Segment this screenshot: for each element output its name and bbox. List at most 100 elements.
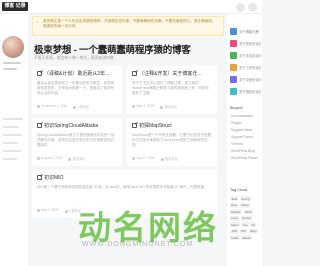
watermark-url: WWW.DONGMINGNET.COM xyxy=(82,241,194,248)
blogroll-link[interactable]: Plugins xyxy=(231,121,242,125)
calendar-icon xyxy=(37,208,40,212)
nav-item-home[interactable] xyxy=(3,118,23,120)
edit-icon xyxy=(132,71,137,76)
post-card[interactable]: 初识SpringCloudAlibaba SpringCloudAlibaba … xyxy=(32,118,122,166)
edit-icon xyxy=(37,175,42,180)
nav-item-links[interactable] xyxy=(3,150,21,152)
tag[interactable]: Vue xyxy=(241,222,249,227)
post-comments[interactable]: 1 条评论 xyxy=(73,104,89,109)
post-card[interactable]: （注释&开发）关于博客迁... 终于又下定决心进行了博客迁移，把之前的WordP… xyxy=(127,66,217,114)
tag[interactable]: Redis xyxy=(243,209,254,214)
tag[interactable]: Java xyxy=(230,196,239,201)
bell-icon: ♪ xyxy=(36,19,39,25)
comment-icon xyxy=(160,157,164,161)
recent-post-item[interactable]: 关于同步的设计 xyxy=(230,40,261,47)
recent-post-item[interactable]: 关于相机的设计 xyxy=(230,88,261,95)
post-title[interactable]: 初识SpringCloudAlibaba xyxy=(44,122,98,129)
post-card[interactable]: （译稿&计划）敢近距从2年... 最近从朋友那拿到了一份敢近的年中报告，我觉得挺… xyxy=(32,66,122,114)
recent-post-item[interactable]: 关于中秋的设计 xyxy=(230,76,261,83)
tag[interactable]: Maven xyxy=(241,235,253,240)
tag-cloud: Java Spring Boot Cloud MySQL Redis Linux… xyxy=(230,196,260,240)
user-icon[interactable] xyxy=(248,3,257,12)
post-comments-text: 暂无评论 xyxy=(72,157,86,161)
blogroll-link[interactable]: WordPress Blog xyxy=(231,149,255,153)
recent-post-title: 关于中秋的设计 xyxy=(239,78,261,82)
edit-icon xyxy=(37,123,42,128)
post-title[interactable]: （译稿&计划）敢近距从2年... xyxy=(44,70,109,77)
blogroll-link[interactable]: Suggest Ideas xyxy=(231,128,252,132)
comment-icon xyxy=(73,105,77,109)
post-title[interactable]: （注释&开发）关于博客迁... xyxy=(139,70,202,77)
blogroll-heading: Blogroll xyxy=(230,106,243,110)
recent-post-item[interactable]: 关于手机的设计 xyxy=(230,52,261,59)
post-thumbnail xyxy=(230,28,237,35)
tag[interactable]: JVM xyxy=(230,228,239,234)
post-date-text: June 1, 2020 xyxy=(136,104,155,108)
post-date: June 1, 2020 xyxy=(132,104,154,109)
blogroll-link[interactable]: Support Forum xyxy=(231,135,253,139)
calendar-icon xyxy=(37,156,40,160)
recent-post-title: 关于工作的设计 xyxy=(239,66,261,70)
post-date-text: May 1, 2020 xyxy=(41,208,59,212)
top-bar: 博客 记录 xyxy=(0,0,262,14)
post-date-text: December 1, 2020 xyxy=(41,104,68,108)
post-card[interactable]: 初探MapStruct MapStruct是一个代码生成器，它基于约定优于配置的… xyxy=(127,118,217,166)
tag[interactable]: Kafka xyxy=(230,235,240,240)
tag[interactable]: Cloud xyxy=(239,202,250,208)
search-icon[interactable] xyxy=(236,3,245,12)
post-thumbnail xyxy=(230,40,237,47)
tag[interactable]: Netty xyxy=(248,228,258,234)
calendar-icon xyxy=(132,104,135,108)
tag-cloud-heading: Tag Cloud xyxy=(230,188,248,192)
tag[interactable]: NIO xyxy=(239,228,248,234)
post-excerpt: SpringCloudAlibaba 致力于提供微服务开发的一站式解决方案，此项… xyxy=(37,133,115,147)
tag[interactable]: Boot xyxy=(230,202,239,208)
post-comments-text: 暂无评论 xyxy=(164,105,178,109)
recent-post-item[interactable]: 关于工作的设计 xyxy=(230,64,261,71)
notice-text: 首先博主是一个人形自走背锅侠物种，不用理会任何事，不要侮辱他任何事，不要伤害他的… xyxy=(43,19,216,28)
post-thumbnail xyxy=(230,88,237,95)
post-date-text: July 21, 2020 xyxy=(136,156,155,160)
nav-item-about[interactable] xyxy=(3,142,18,144)
calendar-icon xyxy=(37,104,40,108)
post-thumbnail xyxy=(230,76,237,83)
nav-item-archive[interactable] xyxy=(3,126,19,128)
post-comments[interactable]: 暂无评论 xyxy=(160,104,177,109)
recent-post-title: 关于手机的设计 xyxy=(239,54,261,58)
post-excerpt: MIO是一个基于网络库实现的高性能 IO 库，在Java中，使用Java NIO… xyxy=(37,185,208,189)
author-desc-line xyxy=(3,68,17,70)
tag[interactable]: Nginx xyxy=(230,222,240,227)
tag[interactable]: Git xyxy=(250,222,257,227)
tag[interactable]: Docker xyxy=(240,215,253,221)
recent-post-item[interactable]: 关于博客迁移 xyxy=(230,28,261,35)
right-sidebar: 关于博客迁移 关于同步的设计 关于手机的设计 关于工作的设计 关于中秋的设计 关… xyxy=(227,14,262,266)
post-comments-text: 暂无评论 xyxy=(164,157,178,161)
blogroll-link[interactable]: Themes xyxy=(231,142,243,146)
tag[interactable]: Linux xyxy=(230,215,240,221)
tag[interactable]: MySQL xyxy=(230,209,243,214)
calendar-icon xyxy=(132,156,135,160)
post-date: August 4, 2020 xyxy=(37,156,62,161)
blogroll-link[interactable]: WordPress Planet xyxy=(231,156,258,160)
nav-item-category[interactable] xyxy=(3,134,22,136)
avatar[interactable] xyxy=(2,36,24,58)
post-comments[interactable]: 暂无评论 xyxy=(68,156,85,161)
blogroll-link[interactable]: Documentation xyxy=(231,114,253,118)
post-thumbnail xyxy=(230,52,237,59)
recent-post-title: 关于博客迁移 xyxy=(239,30,259,34)
post-date: December 1, 2020 xyxy=(37,104,67,109)
post-excerpt: 终于又下定决心进行了博客迁移，把之前的WordPress博客迁移到了新的服务器上… xyxy=(132,81,209,95)
post-comments[interactable]: 暂无评论 xyxy=(160,156,178,161)
recent-post-title: 关于相机的设计 xyxy=(239,90,261,94)
post-excerpt: 最近从朋友那拿到了一份敢近的年中报告，我觉得挺有意思的，分享给大家看一下，里面讲… xyxy=(37,81,114,95)
page-subtitle: 不管天多黑，都会有人做一束光，照亮前进的路 xyxy=(34,56,114,60)
post-title[interactable]: 初识MIO xyxy=(44,174,63,181)
site-logo[interactable]: 博客 记录 xyxy=(2,2,28,11)
post-date-text: August 4, 2020 xyxy=(41,156,63,160)
tag[interactable]: Spring xyxy=(239,196,251,201)
post-title[interactable]: 初探MapStruct xyxy=(139,122,172,129)
nav-item-guestbook[interactable] xyxy=(3,158,17,160)
post-date: May 1, 2020 xyxy=(37,208,59,213)
comment-icon xyxy=(68,157,72,161)
recent-post-title: 关于同步的设计 xyxy=(239,42,261,46)
